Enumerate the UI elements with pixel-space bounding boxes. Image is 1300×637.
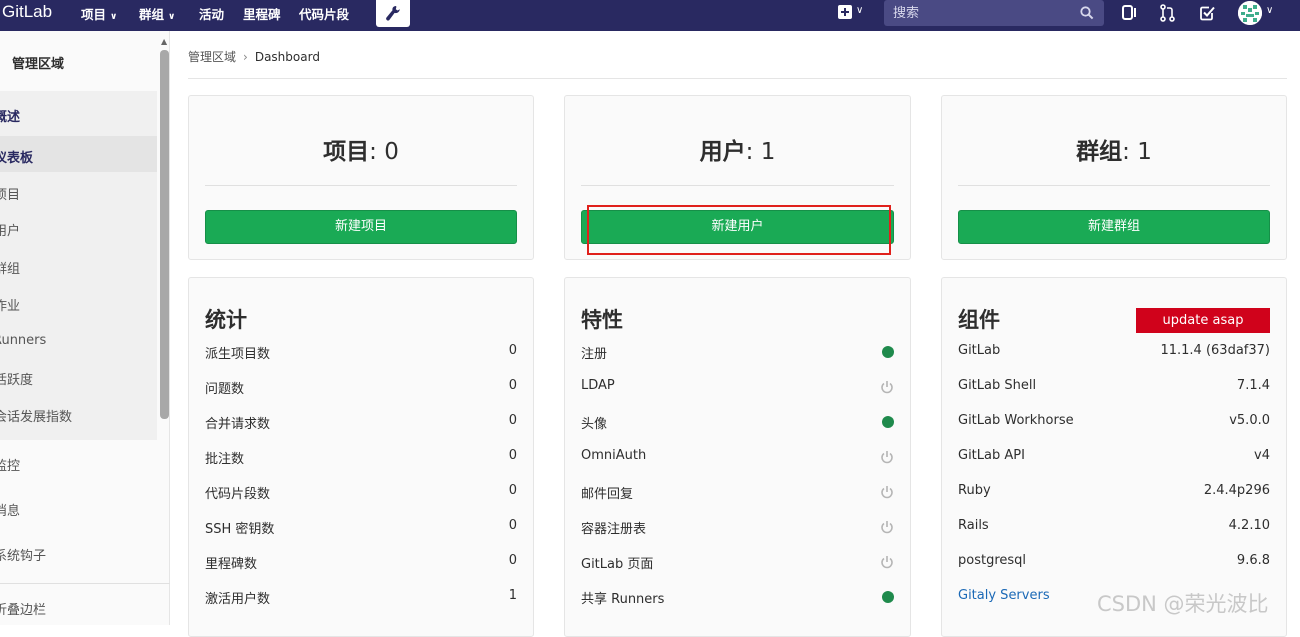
plus-square-icon [838, 5, 852, 19]
groups-count-card: 群组: 1 新建群组 [941, 95, 1287, 260]
breadcrumb-parent[interactable]: 管理区域 [188, 50, 236, 64]
breadcrumb-divider [188, 78, 1287, 79]
status-on-icon [882, 346, 894, 358]
sidebar-item-groups[interactable]: 群组 [0, 258, 20, 277]
power-off-icon [881, 486, 893, 499]
projects-count-card: 项目: 0 新建项目 [188, 95, 534, 260]
sidebar-item-users[interactable]: 用户 [0, 220, 20, 239]
breadcrumb-current[interactable]: Dashboard [255, 50, 320, 64]
scroll-up-arrow-icon[interactable]: ▲ [161, 37, 167, 46]
statistics-card: 统计 派生项目数 0 问题数 0 合并请求数 0 批注数 0 代码片段数 0 SSH 密钥… [188, 277, 534, 637]
stat-row: 合并请求数 0 [205, 413, 517, 432]
chevron-right-icon: › [243, 50, 248, 64]
admin-area-button[interactable] [376, 0, 410, 27]
sidebar-item-overview[interactable]: 概述 [0, 106, 20, 125]
wrench-icon [386, 6, 400, 21]
sidebar-item-dashboard[interactable]: 仪表板 [0, 147, 33, 166]
user-menu-button[interactable]: ∨ [1238, 0, 1278, 26]
chevron-down-icon: ∨ [110, 12, 118, 22]
component-row: GitLab Shell 7.1.4 [958, 378, 1270, 393]
stat-row: 激活用户数 1 [205, 588, 517, 607]
search-input[interactable] [884, 0, 1074, 26]
power-off-icon [881, 556, 893, 569]
card-divider [958, 185, 1270, 186]
gitlab-logo[interactable]: GitLab [2, 2, 52, 22]
stat-row: 问题数 0 [205, 378, 517, 397]
power-off-icon [881, 521, 893, 534]
stat-row: 代码片段数 0 [205, 483, 517, 502]
chevron-down-icon: ∨ [856, 5, 864, 16]
statistics-title: 统计 [205, 308, 247, 332]
breadcrumb: 管理区域 › Dashboard [188, 48, 320, 65]
avatar [1238, 1, 1262, 25]
chevron-down-icon: ∨ [168, 12, 176, 22]
update-asap-badge[interactable]: update asap [1136, 308, 1270, 333]
annotation-highlight-box [587, 205, 891, 255]
feature-row: 头像 [581, 413, 894, 433]
sidebar-item-runners[interactable]: Runners [0, 333, 46, 348]
feature-row: OmniAuth [581, 448, 894, 468]
merge-request-icon[interactable] [1160, 4, 1175, 22]
feature-row: 共享 Runners [581, 588, 894, 608]
sidebar-toggle-icon[interactable] [1122, 4, 1137, 22]
status-on-icon [882, 591, 894, 603]
gitaly-servers-link[interactable]: Gitaly Servers [958, 588, 1050, 603]
component-row: postgresql 9.6.8 [958, 553, 1270, 568]
sidebar-item-messages[interactable]: 消息 [0, 500, 20, 519]
todo-check-icon[interactable] [1199, 4, 1216, 22]
nav-activity-link[interactable]: 活动 [199, 4, 224, 23]
feature-row: GitLab 页面 [581, 553, 894, 573]
sidebar-title: 管理区域 [12, 57, 65, 72]
card-divider [581, 185, 894, 186]
sidebar-divider [0, 583, 170, 584]
components-title: 组件 [958, 308, 1000, 332]
search-box[interactable] [884, 0, 1104, 26]
features-title: 特性 [581, 308, 623, 332]
nav-snippets-link[interactable]: 代码片段 [299, 4, 349, 23]
collapse-sidebar-button[interactable]: 折叠边栏 [0, 599, 46, 618]
nav-milestones-link[interactable]: 里程碑 [243, 4, 281, 23]
sidebar-item-projects[interactable]: 项目 [0, 184, 20, 203]
status-on-icon [882, 416, 894, 428]
sidebar-item-monitoring[interactable]: 监控 [0, 455, 20, 474]
component-row: GitLab 11.1.4 (63daf37) [958, 343, 1270, 358]
sidebar-item-system-hooks[interactable]: 系统钩子 [0, 545, 46, 564]
projects-count-title: 项目: 0 [323, 139, 399, 165]
nav-groups-label: 群组 [139, 7, 165, 22]
sidebar-item-jobs[interactable]: 作业 [0, 295, 20, 314]
stat-row: 派生项目数 0 [205, 343, 517, 362]
top-navbar: GitLab 项目 ∨ 群组 ∨ 活动 里程碑 代码片段 ∨ 搜索 ∨ [0, 0, 1300, 31]
component-row: Rails 4.2.10 [958, 518, 1270, 533]
groups-count-title: 群组: 1 [1076, 139, 1152, 165]
power-off-icon [881, 451, 893, 464]
nav-projects-label: 项目 [81, 7, 107, 22]
stat-row: SSH 密钥数 0 [205, 518, 517, 537]
new-project-button[interactable]: 新建项目 [205, 210, 517, 244]
watermark: CSDN @荣光波比 [1097, 592, 1269, 616]
power-off-icon [881, 381, 893, 394]
card-divider [205, 185, 517, 186]
stat-row: 批注数 0 [205, 448, 517, 467]
component-row: GitLab Workhorse v5.0.0 [958, 413, 1270, 428]
component-row: GitLab API v4 [958, 448, 1270, 463]
nav-projects-menu[interactable]: 项目 ∨ [81, 4, 117, 23]
users-count-title: 用户: 1 [699, 139, 776, 165]
features-card: 特性 注册 LDAP 头像 OmniAuth 邮件回复 容器注册表 GitLab… [564, 277, 911, 637]
admin-sidebar: 管理区域 概述 仪表板 项目 用户 群组 作业 Runners 活跃度 会话发展… [0, 31, 170, 625]
sidebar-item-activity[interactable]: 活跃度 [0, 369, 33, 388]
sidebar-item-devops-score[interactable]: 会话发展指数 [0, 406, 72, 425]
new-group-button[interactable]: 新建群组 [958, 210, 1270, 244]
feature-row: LDAP [581, 378, 894, 398]
sidebar-scrollbar[interactable] [160, 50, 169, 419]
component-row: Ruby 2.4.4p296 [958, 483, 1270, 498]
components-card: 组件 update asap GitLab 11.1.4 (63daf37) Gi… [941, 277, 1287, 637]
feature-row: 注册 [581, 343, 894, 363]
search-icon [1080, 6, 1094, 20]
stat-row: 里程碑数 0 [205, 553, 517, 572]
nav-groups-menu[interactable]: 群组 ∨ [139, 4, 175, 23]
feature-row: 邮件回复 [581, 483, 894, 503]
chevron-down-icon: ∨ [1266, 5, 1274, 16]
feature-row: 容器注册表 [581, 518, 894, 538]
